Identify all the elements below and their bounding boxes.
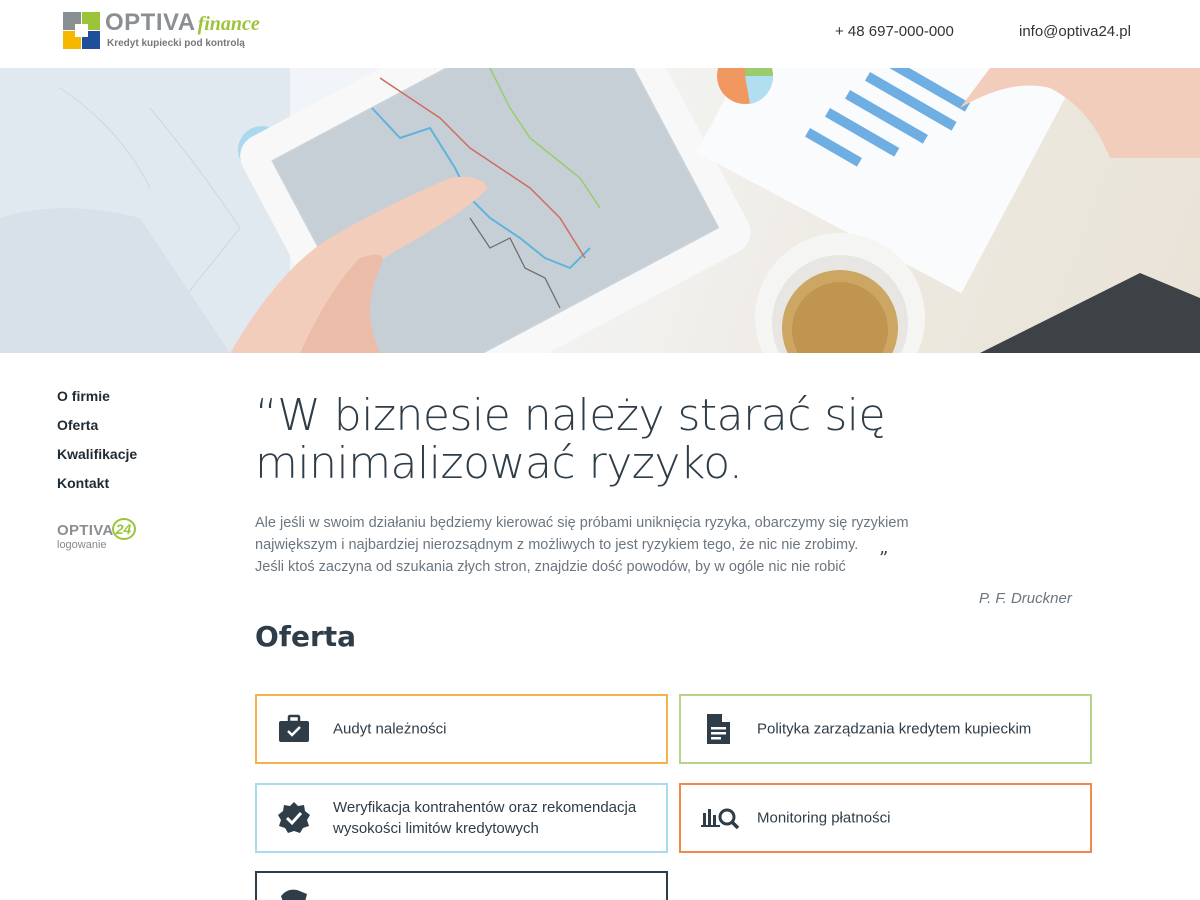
logo-text: OPTIVA finance <box>105 9 260 37</box>
partial-icon <box>277 884 311 900</box>
logo-finance: finance <box>197 13 260 35</box>
login-link[interactable]: OPTIVA 24 logowanie <box>57 518 147 554</box>
offer-section-title: Oferta <box>255 620 357 653</box>
offer-item-weryfikacja[interactable]: Weryfikacja kontrahentów oraz rekomendac… <box>255 783 668 853</box>
email-link[interactable]: info@optiva24.pl <box>1019 23 1131 40</box>
offer-item-label: Polityka zarządzania kredytem kupieckim <box>757 720 1032 738</box>
offer-item-partial[interactable] <box>255 871 668 900</box>
login-brand-number: 24 <box>111 518 136 540</box>
quote-body-line: Jeśli ktoś zaczyna od szukania złych str… <box>255 559 846 575</box>
verified-badge-icon <box>277 801 311 835</box>
quote-body: Ale jeśli w swoim działaniu będziemy kie… <box>255 512 975 578</box>
document-icon <box>701 712 735 746</box>
site-header: OPTIVA finance Kredyt kupiecki pod kontro… <box>0 0 1200 68</box>
optiva-finance-logo[interactable]: OPTIVA finance Kredyt kupiecki pod kontro… <box>63 9 293 52</box>
login-brand: OPTIVA <box>57 522 114 539</box>
quote-close-mark: ” <box>879 548 889 569</box>
quote-author: P. F. Druckner <box>979 590 1072 607</box>
offer-item-label: Audyt należności <box>333 720 447 738</box>
offer-item-label: Weryfikacja kontrahentów oraz rekomendac… <box>333 799 637 837</box>
sidebar-item-kontakt[interactable]: Kontakt <box>57 475 217 504</box>
hero-illustration <box>0 68 1200 353</box>
logo-tagline: Kredyt kupiecki pod kontrolą <box>107 38 245 49</box>
offer-item-polityka[interactable]: Polityka zarządzania kredytem kupieckim <box>679 694 1092 764</box>
phone-link[interactable]: + 48 697-000-000 <box>835 23 954 40</box>
sidebar-item-kwalifikacje[interactable]: Kwalifikacje <box>57 446 217 475</box>
offer-item-monitoring[interactable]: Monitoring płatności <box>679 783 1092 853</box>
logo-mark-icon <box>63 12 100 49</box>
quote-body-line: największym i najbardziej nierozsądnym z… <box>255 537 859 553</box>
sidebar-item-o-firmie[interactable]: O firmie <box>57 388 217 417</box>
side-nav: O firmie Oferta Kwalifikacje Kontakt <box>57 388 217 504</box>
briefcase-check-icon <box>277 712 311 746</box>
offer-item-label: Monitoring płatności <box>757 809 891 827</box>
sidebar-item-oferta[interactable]: Oferta <box>57 417 217 446</box>
login-label: logowanie <box>57 539 107 551</box>
quote-body-line: Ale jeśli w swoim działaniu będziemy kie… <box>255 515 909 531</box>
logo-brand: OPTIVA <box>105 9 196 36</box>
hero-image <box>0 68 1200 353</box>
offer-item-audyt[interactable]: Audyt należności <box>255 694 668 764</box>
quote-title: “W biznesie należy starać się minimalizo… <box>255 390 886 489</box>
chart-search-icon <box>701 801 740 835</box>
